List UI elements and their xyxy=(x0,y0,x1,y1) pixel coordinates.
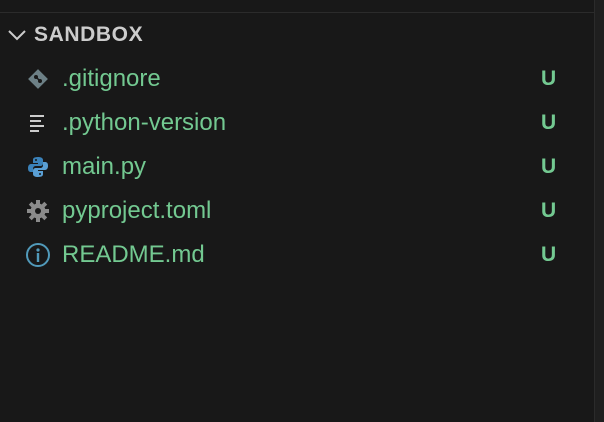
file-list: .gitignore U .python-version U main.py U… xyxy=(0,57,594,277)
section-title: SANDBOX xyxy=(34,23,144,46)
scrollbar-track[interactable] xyxy=(595,0,604,422)
file-row-main-py[interactable]: main.py U xyxy=(0,145,594,189)
file-name: .gitignore xyxy=(62,65,161,92)
gear-icon xyxy=(24,189,52,233)
file-row-readme[interactable]: README.md U xyxy=(0,233,594,277)
python-icon xyxy=(24,145,52,189)
git-status-badge: U xyxy=(541,111,557,134)
file-row-gitignore[interactable]: .gitignore U xyxy=(0,57,594,101)
explorer-panel: SANDBOX .gitignore U .python-version U m… xyxy=(0,0,604,422)
file-row-pyproject-toml[interactable]: pyproject.toml U xyxy=(0,189,594,233)
git-status-badge: U xyxy=(541,67,557,90)
git-status-badge: U xyxy=(541,155,557,178)
git-status-badge: U xyxy=(541,243,557,266)
git-icon xyxy=(24,57,52,101)
file-name: README.md xyxy=(62,241,205,268)
chevron-down-icon[interactable] xyxy=(0,14,34,56)
file-name: .python-version xyxy=(62,109,227,136)
section-header[interactable]: SANDBOX xyxy=(0,14,594,56)
file-row-python-version[interactable]: .python-version U xyxy=(0,101,594,145)
top-divider xyxy=(0,12,594,13)
file-name: main.py xyxy=(62,153,147,180)
git-status-badge: U xyxy=(541,199,557,222)
file-name: pyproject.toml xyxy=(62,197,212,224)
text-file-icon xyxy=(24,101,52,145)
info-icon xyxy=(24,233,52,277)
